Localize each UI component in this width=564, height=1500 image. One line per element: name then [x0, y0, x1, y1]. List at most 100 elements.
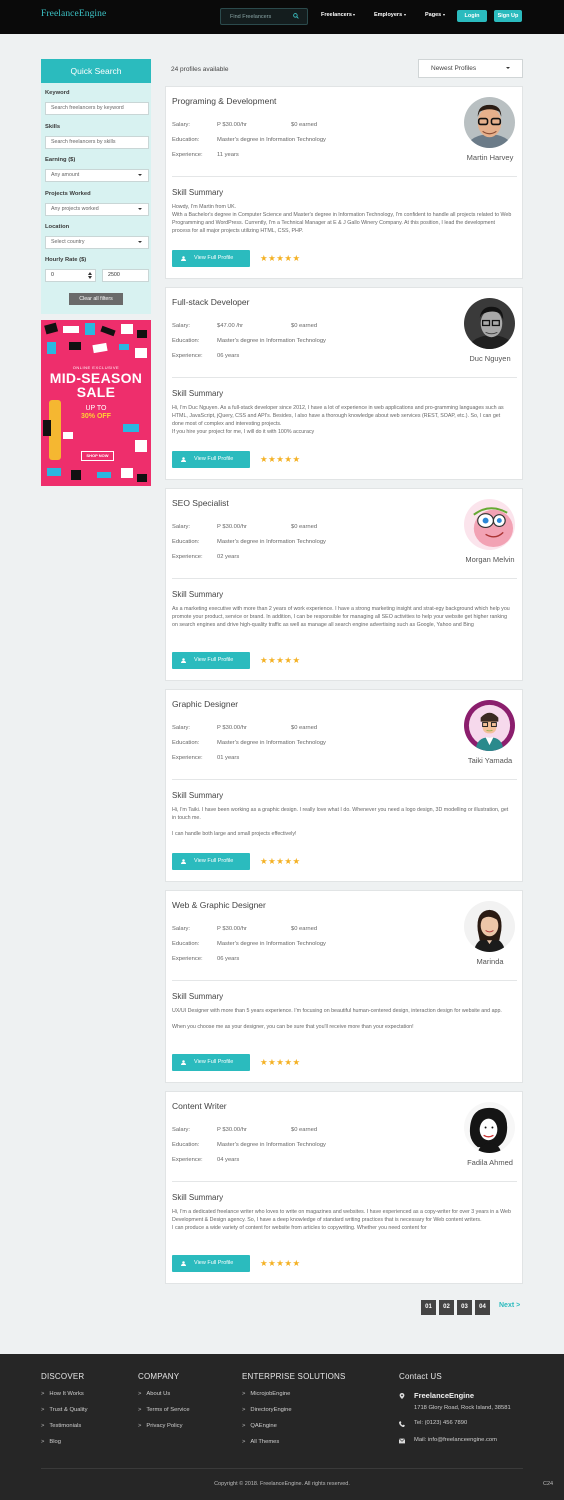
next-page-link[interactable]: Next >	[499, 1302, 520, 1309]
projects-select[interactable]: Any projects worked	[45, 203, 149, 216]
sale-ad-banner[interactable]: ONLINE EXCLUSIVE MID-SEASON SALE UP TO 30…	[41, 320, 151, 486]
freelancer-name[interactable]: Morgan Melvin	[440, 555, 540, 564]
footer-link[interactable]: > Testimonials	[41, 1423, 81, 1429]
earning-label: Earning ($)	[45, 157, 76, 163]
salary-label: Salary:	[172, 524, 191, 530]
rate-max-input[interactable]: 2500	[102, 269, 149, 282]
chevron-down-icon	[138, 174, 142, 176]
footer-link[interactable]: > QAEngine	[242, 1423, 277, 1429]
location-select[interactable]: Select country	[45, 236, 149, 249]
page-button-1[interactable]: 01	[421, 1300, 436, 1315]
avatar[interactable]	[464, 499, 515, 550]
profile-title[interactable]: Full-stack Developer	[172, 297, 249, 307]
freelancer-name[interactable]: Taiki Yamada	[440, 756, 540, 765]
footer-link[interactable]: > How It Works	[41, 1391, 84, 1397]
education-value: Master's degree in Information Technolog…	[217, 137, 326, 143]
footer-link[interactable]: > Terms of Service	[138, 1407, 190, 1413]
nav-employers[interactable]: Employers	[374, 12, 406, 18]
rate-min-stepper[interactable]: 0	[45, 269, 96, 282]
freelancer-name[interactable]: Duc Nguyen	[440, 354, 540, 363]
footer-link-label: Trust & Quality	[49, 1407, 88, 1413]
avatar[interactable]	[464, 97, 515, 148]
skill-summary-heading: Skill Summary	[172, 590, 224, 599]
freelancer-name[interactable]: Fadila Ahmed	[440, 1158, 540, 1167]
footer-link[interactable]: > Blog	[41, 1439, 61, 1445]
page-button-2[interactable]: 02	[439, 1300, 454, 1315]
nav-label: Employers	[374, 12, 403, 18]
card-divider	[172, 377, 517, 378]
sort-select[interactable]: Newest Profiles	[418, 59, 523, 78]
rating-stars: ★★★★★	[260, 454, 301, 464]
footer-divider	[41, 1468, 523, 1469]
freelancer-name[interactable]: Marinda	[440, 957, 540, 966]
nav-freelancers[interactable]: Freelancers	[321, 12, 356, 18]
footer-tel: Tel: (0123) 456 7890	[414, 1420, 468, 1426]
page-button-4[interactable]: 04	[475, 1300, 490, 1315]
footer-link-label: QAEngine	[250, 1423, 277, 1429]
user-icon	[181, 1261, 186, 1266]
profile-card: Full-stack Developer Salary: $47.00 /hr $0 …	[165, 287, 523, 480]
rate-label: Hourly Rate ($)	[45, 257, 87, 263]
footer-link[interactable]: > MicrojobEngine	[242, 1391, 290, 1397]
footer-link[interactable]: > All Themes	[242, 1439, 279, 1445]
view-profile-button[interactable]: View Full Profile	[172, 853, 250, 870]
ad-upto-text: UP TO	[85, 405, 107, 412]
ad-headline-line1: MID-SEASON	[49, 370, 143, 386]
search-input[interactable]	[221, 9, 291, 24]
view-profile-button[interactable]: View Full Profile	[172, 1255, 250, 1272]
avatar[interactable]	[464, 700, 515, 751]
chevron-right-icon: >	[41, 1391, 45, 1397]
nav-pages[interactable]: Pages	[425, 12, 445, 18]
footer-company-title: COMPANY	[138, 1372, 180, 1381]
stepper-arrows-icon[interactable]	[88, 272, 92, 279]
site-logo[interactable]: FreelanceEngine	[41, 9, 106, 19]
card-divider	[172, 578, 517, 579]
skill-summary-text: UX/UI Designer with more than 5 years ex…	[172, 1008, 502, 1030]
chevron-down-icon	[403, 13, 406, 16]
skills-label: Skills	[45, 124, 61, 130]
clear-filters-button[interactable]: Clear all filters	[69, 293, 123, 305]
ad-headline-line2: SALE	[76, 384, 116, 400]
skills-input[interactable]: Search freelancers by skills	[45, 136, 149, 149]
salary-value: P $30.00/hr	[217, 122, 247, 128]
footer-link[interactable]: > Privacy Policy	[138, 1423, 182, 1429]
freelancer-name[interactable]: Martin Harvey	[440, 153, 540, 162]
profile-title[interactable]: Web & Graphic Designer	[172, 900, 266, 910]
education-value: Master's degree in Information Technolog…	[217, 338, 326, 344]
nav-label: Freelancers	[321, 12, 352, 18]
keyword-input[interactable]: Search freelancers by keyword	[45, 102, 149, 115]
skill-summary-heading: Skill Summary	[172, 1193, 224, 1202]
profile-title[interactable]: SEO Specialist	[172, 498, 229, 508]
footer-link-label: Terms of Service	[146, 1407, 190, 1413]
avatar[interactable]	[464, 1102, 515, 1153]
view-profile-button[interactable]: View Full Profile	[172, 250, 250, 267]
shop-now-button[interactable]: SHOP NOW	[81, 451, 114, 461]
footer-brand: FreelanceEngine	[414, 1391, 475, 1400]
avatar[interactable]	[464, 901, 515, 952]
chevron-right-icon: >	[242, 1423, 246, 1429]
location-pin-icon	[399, 1393, 405, 1399]
footer-mail[interactable]: Mail: info@freelanceengine.com	[414, 1437, 497, 1443]
profile-title[interactable]: Programing & Development	[172, 96, 276, 106]
profile-title[interactable]: Content Writer	[172, 1101, 227, 1111]
card-divider	[172, 176, 517, 177]
footer-link[interactable]: > DirectoryEngine	[242, 1407, 292, 1413]
profile-title[interactable]: Graphic Designer	[172, 699, 238, 709]
chevron-right-icon: >	[242, 1407, 246, 1413]
footer-link[interactable]: > Trust & Quality	[41, 1407, 88, 1413]
search-icon[interactable]	[293, 13, 299, 19]
view-profile-button[interactable]: View Full Profile	[172, 1054, 250, 1071]
avatar[interactable]	[464, 298, 515, 349]
footer-link[interactable]: > About Us	[138, 1391, 170, 1397]
login-button[interactable]: Login	[457, 10, 487, 22]
profiles-count: 24 profiles available	[171, 66, 229, 73]
earning-select[interactable]: Any amount	[45, 169, 149, 182]
view-profile-button[interactable]: View Full Profile	[172, 451, 250, 468]
earned-value: $0 earned	[291, 122, 318, 128]
footer-link-label: Testimonials	[49, 1423, 82, 1429]
page-button-3[interactable]: 03	[457, 1300, 472, 1315]
signup-button[interactable]: Sign Up	[494, 10, 522, 22]
view-profile-button[interactable]: View Full Profile	[172, 652, 250, 669]
chevron-down-icon	[442, 13, 445, 16]
location-value: Select country	[51, 239, 85, 245]
